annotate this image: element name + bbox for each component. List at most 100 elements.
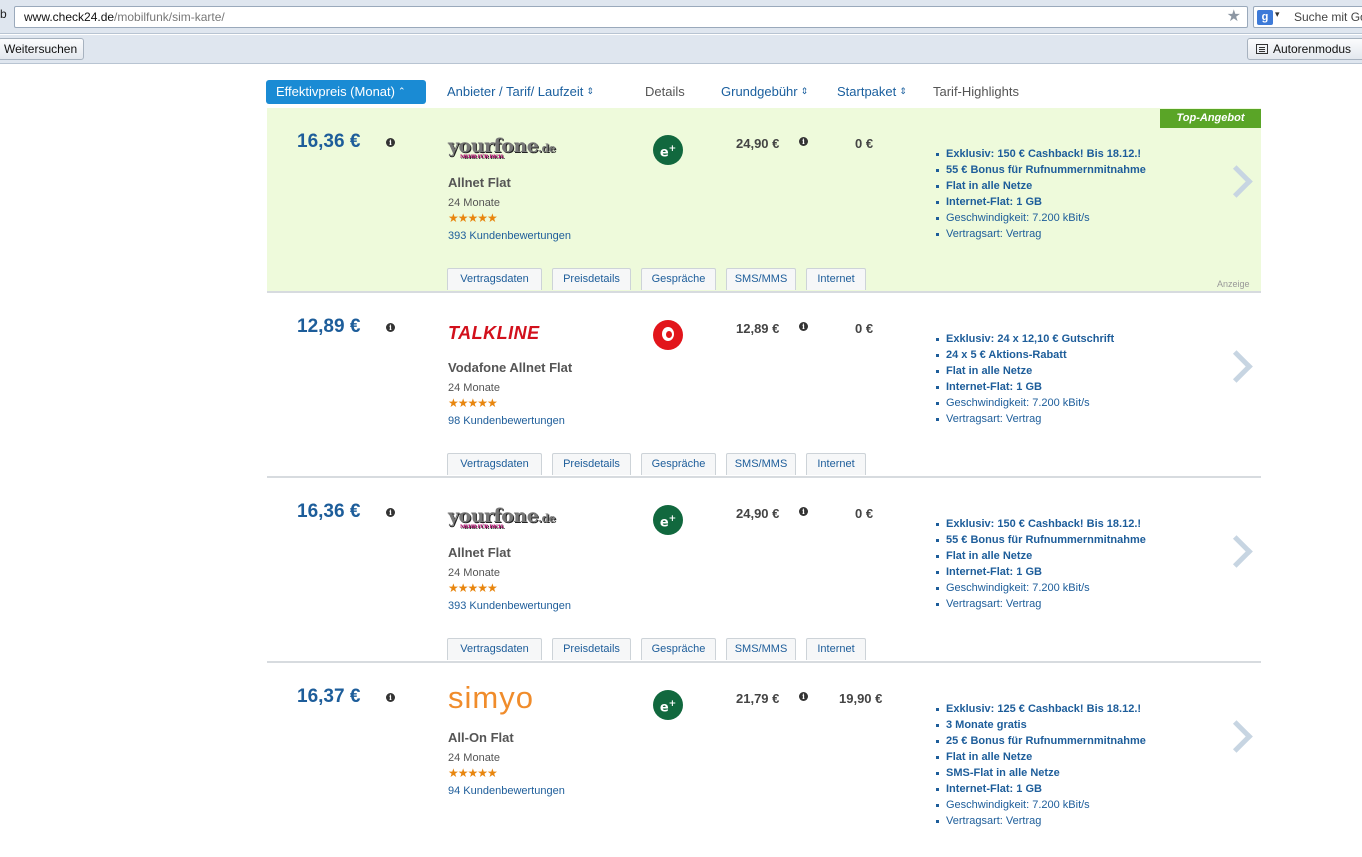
highlight-item: Flat in alle Netze xyxy=(935,363,1114,379)
highlight-item: Exklusiv: 150 € Cashback! Bis 18.12.! xyxy=(935,146,1146,162)
reviews-link[interactable]: 98 Kundenbewertungen xyxy=(448,415,565,427)
tab-fragment[interactable]: b xyxy=(0,7,12,27)
search-placeholder: Suche mit Go xyxy=(1294,10,1362,24)
tariff-highlights: Exklusiv: 150 € Cashback! Bis 18.12.! 55… xyxy=(935,146,1146,242)
highlight-item: Vertragsart: Vertrag xyxy=(935,813,1146,829)
autorenmodus-button[interactable]: Autorenmodus xyxy=(1247,38,1362,60)
provider-logo-talkline[interactable]: TALKLINE xyxy=(448,323,578,349)
sort-anbieter[interactable]: Anbieter / Tarif/ Laufzeit ⇕ xyxy=(447,84,594,99)
provider-logo-simyo[interactable]: simyo xyxy=(448,680,578,715)
column-details: Details xyxy=(645,84,685,99)
highlight-item: Geschwindigkeit: 7.200 kBit/s xyxy=(935,797,1146,813)
google-icon[interactable]: g xyxy=(1257,10,1273,25)
offer-row[interactable]: 16,36 € i yourfone.de MEHR FÜR DICH. All… xyxy=(267,478,1261,663)
highlight-item: Vertragsart: Vertrag xyxy=(935,411,1114,427)
provider-logo-sub: MEHR FÜR DICH. xyxy=(460,154,504,160)
browser-url-bar: b www.check24.de/mobilfunk/sim-karte/ ★ … xyxy=(0,0,1362,34)
sort-arrows-icon: ⇕ xyxy=(899,86,907,96)
provider-logo-yourfone[interactable]: yourfone.de MEHR FÜR DICH. xyxy=(448,135,578,161)
info-icon[interactable]: i xyxy=(799,507,808,516)
highlight-item: Flat in alle Netze xyxy=(935,178,1146,194)
offer-row[interactable]: 16,37 € i simyo All-On Flat 24 Monate ★★… xyxy=(267,663,1261,857)
highlight-item: 25 € Bonus für Rufnummernmitnahme xyxy=(935,733,1146,749)
sort-effektivpreis-label: Effektivpreis (Monat) xyxy=(276,84,395,99)
sort-anbieter-label: Anbieter / Tarif/ Laufzeit xyxy=(447,84,584,99)
document-icon xyxy=(1256,44,1268,54)
address-field[interactable]: www.check24.de/mobilfunk/sim-karte/ ★ xyxy=(14,6,1248,28)
tab-internet[interactable]: Internet xyxy=(806,268,866,290)
tab-preisdetails[interactable]: Preisdetails xyxy=(552,638,631,660)
tab-vertragsdaten[interactable]: Vertragsdaten xyxy=(447,453,542,475)
info-icon[interactable]: i xyxy=(386,323,395,332)
sort-arrows-icon: ⇕ xyxy=(800,86,809,96)
rating-stars: ★★★★★ xyxy=(448,396,498,410)
rating-stars: ★★★★★ xyxy=(448,581,498,595)
tariff-name[interactable]: Vodafone Allnet Flat xyxy=(448,360,572,375)
sort-grundgebuehr[interactable]: Grundgebühr ⇕ xyxy=(721,84,808,99)
reviews-link[interactable]: 393 Kundenbewertungen xyxy=(448,600,571,612)
tab-gespraeche[interactable]: Gespräche xyxy=(641,638,716,660)
offer-price: 12,89 € xyxy=(297,316,361,337)
url-host: www.check24.de xyxy=(24,10,115,24)
reviews-link[interactable]: 94 Kundenbewertungen xyxy=(448,785,565,797)
sort-header: Effektivpreis (Monat) ⌃ Anbieter / Tarif/… xyxy=(266,80,1262,104)
tab-vertragsdaten[interactable]: Vertragsdaten xyxy=(447,638,542,660)
info-icon[interactable]: i xyxy=(386,138,395,147)
search-box[interactable]: g ▾ Suche mit Go xyxy=(1253,6,1362,28)
tab-preisdetails[interactable]: Preisdetails xyxy=(552,453,631,475)
tariff-name[interactable]: Allnet Flat xyxy=(448,175,511,190)
tariff-name[interactable]: Allnet Flat xyxy=(448,545,511,560)
tab-preisdetails[interactable]: Preisdetails xyxy=(552,268,631,290)
tab-internet[interactable]: Internet xyxy=(806,453,866,475)
reviews-link[interactable]: 393 Kundenbewertungen xyxy=(448,230,571,242)
eplus-network-icon: e+ xyxy=(653,135,683,165)
tab-internet[interactable]: Internet xyxy=(806,638,866,660)
info-icon[interactable]: i xyxy=(799,322,808,331)
eplus-network-icon: e+ xyxy=(653,505,683,535)
tab-gespraeche[interactable]: Gespräche xyxy=(641,268,716,290)
chevron-right-icon[interactable] xyxy=(1225,718,1247,754)
highlight-item: SMS-Flat in alle Netze xyxy=(935,765,1146,781)
tariff-highlights: Exklusiv: 24 x 12,10 € Gutschrift 24 x 5… xyxy=(935,331,1114,427)
offer-price: 16,36 € xyxy=(297,131,361,152)
highlight-item: Exklusiv: 24 x 12,10 € Gutschrift xyxy=(935,331,1114,347)
provider-logo-yourfone[interactable]: yourfone.de MEHR FÜR DICH. xyxy=(448,505,578,531)
info-icon[interactable]: i xyxy=(799,137,808,146)
highlight-item: Geschwindigkeit: 7.200 kBit/s xyxy=(935,395,1114,411)
highlight-item: Internet-Flat: 1 GB xyxy=(935,781,1146,797)
provider-logo-sub: MEHR FÜR DICH. xyxy=(460,524,504,530)
contract-duration: 24 Monate xyxy=(448,752,500,764)
tab-sms-mms[interactable]: SMS/MMS xyxy=(726,268,796,290)
chevron-down-icon[interactable]: ▾ xyxy=(1275,9,1280,20)
url-path: /mobilfunk/sim-karte/ xyxy=(114,10,225,24)
highlight-item: Internet-Flat: 1 GB xyxy=(935,194,1146,210)
info-icon[interactable]: i xyxy=(799,692,808,701)
tab-sms-mms[interactable]: SMS/MMS xyxy=(726,638,796,660)
highlight-item: Vertragsart: Vertrag xyxy=(935,596,1146,612)
bookmark-star-icon[interactable]: ★ xyxy=(1227,8,1241,26)
info-icon[interactable]: i xyxy=(386,508,395,517)
tab-sms-mms[interactable]: SMS/MMS xyxy=(726,453,796,475)
highlight-item: Exklusiv: 150 € Cashback! Bis 18.12.! xyxy=(935,516,1146,532)
chevron-right-icon[interactable] xyxy=(1225,348,1247,384)
base-fee: 21,79 € xyxy=(736,691,780,706)
highlight-item: Geschwindigkeit: 7.200 kBit/s xyxy=(935,210,1146,226)
chevron-right-icon[interactable] xyxy=(1225,163,1247,199)
sort-effektivpreis[interactable]: Effektivpreis (Monat) ⌃ xyxy=(266,80,426,104)
chevron-right-icon[interactable] xyxy=(1225,533,1247,569)
tariff-name[interactable]: All-On Flat xyxy=(448,730,514,745)
vodafone-network-icon xyxy=(653,320,683,350)
offer-row[interactable]: 12,89 € i TALKLINE Vodafone Allnet Flat … xyxy=(267,293,1261,478)
sort-startpaket[interactable]: Startpaket ⇕ xyxy=(837,84,907,99)
highlight-item: 24 x 5 € Aktions-Rabatt xyxy=(935,347,1114,363)
provider-logo-text: simyo xyxy=(448,680,534,715)
tab-vertragsdaten[interactable]: Vertragsdaten xyxy=(447,268,542,290)
weitersuchen-button[interactable]: Weitersuchen xyxy=(0,38,85,60)
info-icon[interactable]: i xyxy=(386,693,395,702)
highlight-item: Vertragsart: Vertrag xyxy=(935,226,1146,242)
tab-gespraeche[interactable]: Gespräche xyxy=(641,453,716,475)
offer-price: 16,37 € xyxy=(297,686,361,707)
start-fee: 0 € xyxy=(855,506,874,521)
highlight-item: 55 € Bonus für Rufnummernmitnahme xyxy=(935,532,1146,548)
offer-row[interactable]: Top-Angebot 16,36 € i yourfone.de MEHR F… xyxy=(267,108,1261,293)
